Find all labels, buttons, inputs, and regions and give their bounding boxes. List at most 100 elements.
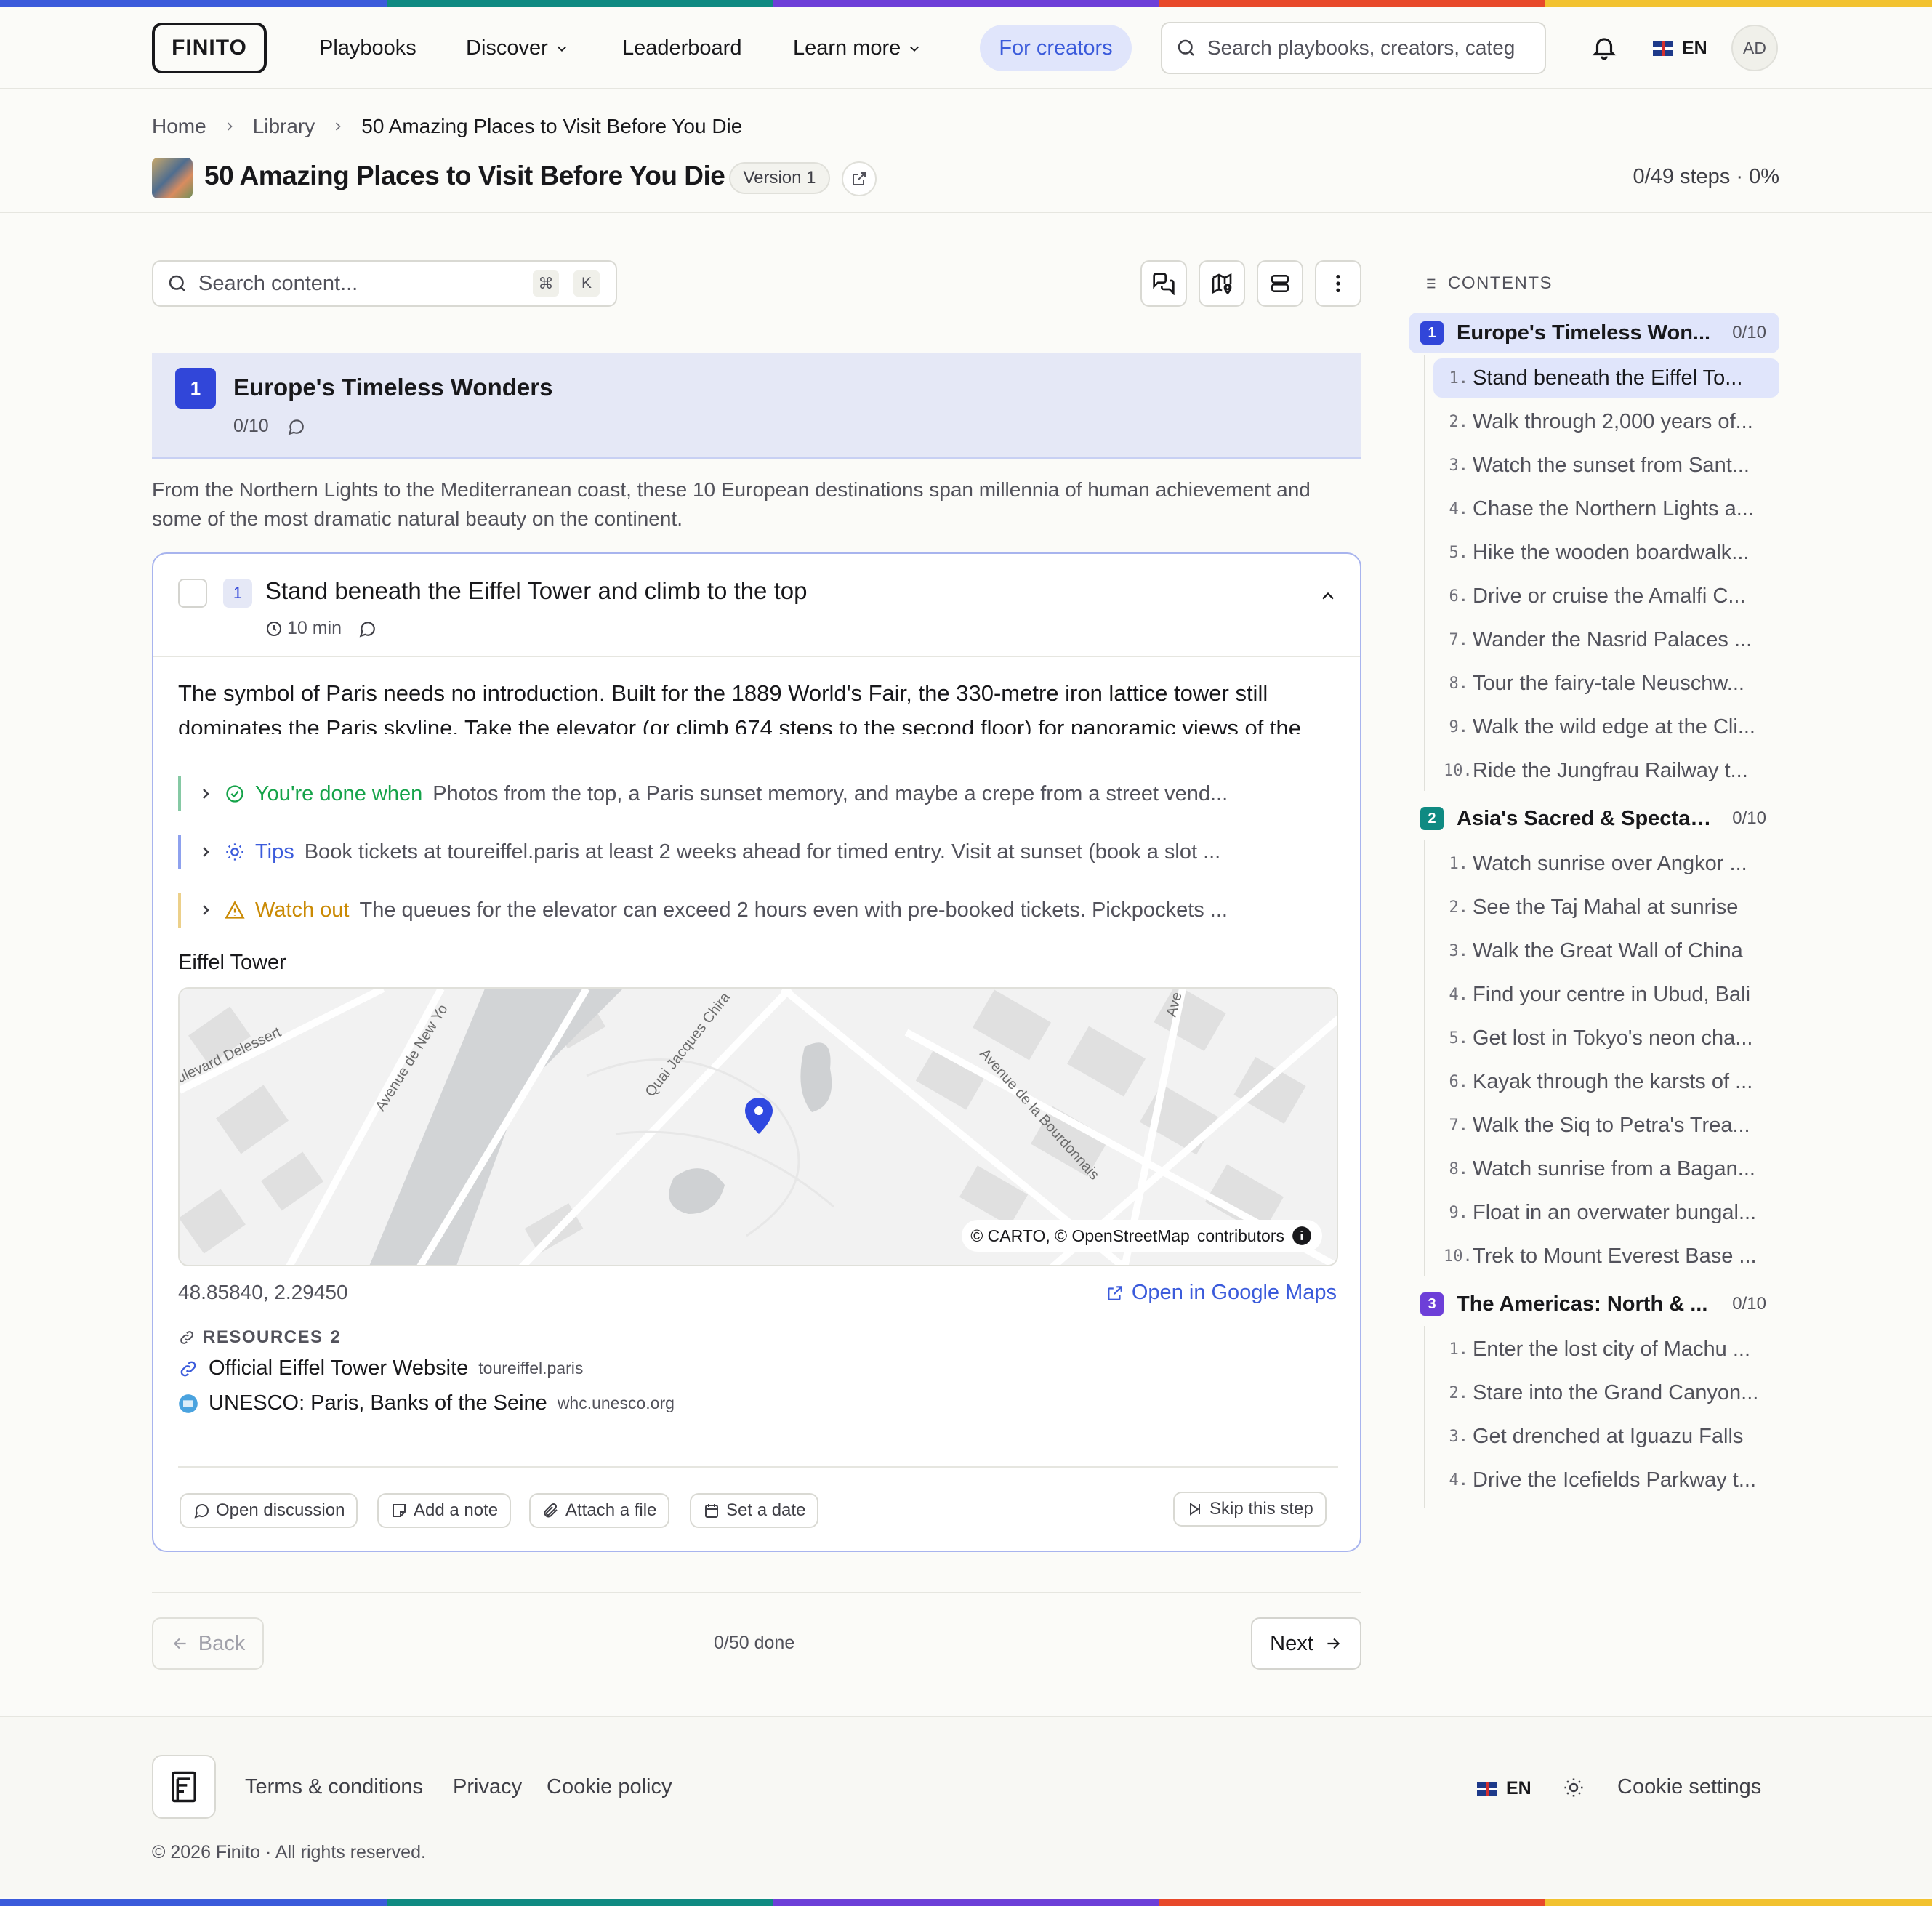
divider [153,656,1360,657]
toc-step-index: 3. [1449,1427,1469,1446]
toc-step-item[interactable]: 4. Find your centre in Ubud, Bali [1433,975,1779,1014]
toc-step-index: 7. [1449,630,1469,649]
link-icon [180,1361,196,1376]
skip-step-button[interactable]: Skip this step [1173,1492,1327,1527]
toc-step-item[interactable]: 1. Enter the lost city of Machu ... [1433,1330,1779,1369]
open-google-maps-link[interactable]: Open in Google Maps [1106,1281,1337,1305]
step-body-text: The symbol of Paris needs no introductio… [178,680,1302,734]
toc-section[interactable]: 3 The Americas: North & ... 0/10 [1409,1284,1779,1324]
notifications-bell-icon[interactable] [1590,33,1618,61]
breadcrumb-library[interactable]: Library [253,115,315,138]
map-coordinates: 48.85840, 2.29450 [178,1281,348,1303]
toc-step-index: 9. [1449,1203,1469,1222]
theme-toggle-sun-icon[interactable] [1563,1777,1585,1802]
toc-step-label: Trek to Mount Everest Base ... [1473,1244,1757,1268]
finito-logo-icon[interactable] [152,1755,216,1819]
callout-done-when[interactable]: You're done when Photos from the top, a … [178,776,1341,811]
toc-step-item[interactable]: 9. Float in an overwater bungal... [1433,1193,1779,1232]
version-badge[interactable]: Version 1 [729,162,830,194]
back-button[interactable]: Back [152,1617,264,1670]
breadcrumb-home[interactable]: Home [152,115,206,138]
toc-section[interactable]: 2 Asia's Sacred & Spectac... 0/10 [1409,798,1779,839]
toc-step-item[interactable]: 10. Trek to Mount Everest Base ... [1433,1237,1779,1276]
step-title[interactable]: Stand beneath the Eiffel Tower and climb… [265,577,807,605]
map-pin-icon [1212,273,1232,295]
toc-step-index: 2. [1449,1383,1469,1402]
add-note-button[interactable]: Add a note [377,1493,512,1528]
rainbow-bar-bottom [0,1899,1932,1906]
global-search-input[interactable] [1207,36,1542,60]
nav-leaderboard[interactable]: Leaderboard [622,36,741,60]
resources-heading: RESOURCES 2 [178,1327,341,1348]
next-button[interactable]: Next [1251,1617,1361,1670]
footer-language-switcher[interactable]: EN [1477,1778,1531,1799]
nav-learn-more[interactable]: Learn more [793,36,922,60]
toc-step-item[interactable]: 7. Walk the Siq to Petra's Trea... [1433,1106,1779,1145]
contents-heading: CONTENTS [1422,273,1553,294]
privacy-link[interactable]: Privacy [453,1775,522,1799]
toc-step-item[interactable]: 6. Drive or cruise the Amalfi C... [1433,576,1779,616]
resource-link[interactable]: UNESCO: Paris, Banks of the Seine whc.un… [178,1391,675,1415]
toc-step-label: Watch sunrise over Angkor ... [1473,851,1747,875]
toc-step-item[interactable]: 10. Ride the Jungfrau Railway t... [1433,751,1779,790]
content-search-input[interactable] [198,271,518,296]
playbook-titlebar: 50 Amazing Places to Visit Before You Di… [0,149,1932,213]
cookie-policy-link[interactable]: Cookie policy [547,1775,672,1799]
toc-step-item[interactable]: 1. Watch sunrise over Angkor ... [1433,844,1779,883]
toc-step-index: 8. [1449,674,1469,693]
step-checkbox[interactable] [178,579,207,608]
toc-step-item[interactable]: 4. Drive the Icefields Parkway t... [1433,1460,1779,1500]
toc-section[interactable]: 1 Europe's Timeless Won... 0/10 [1409,313,1779,353]
attach-file-button[interactable]: Attach a file [529,1493,670,1528]
info-icon[interactable] [1292,1226,1312,1246]
map-view-button[interactable] [1199,260,1245,307]
callout-tips[interactable]: Tips Book tickets at toureiffel.paris at… [178,835,1341,869]
set-date-button[interactable]: Set a date [690,1493,819,1528]
section-header[interactable]: 1 Europe's Timeless Wonders 0/10 [152,353,1361,459]
comment-icon[interactable] [358,619,377,638]
toc-step-label: Drive the Icefields Parkway t... [1473,1468,1757,1492]
toc-step-label: Find your centre in Ubud, Bali [1473,982,1751,1006]
toc-step-item[interactable]: 2. Walk through 2,000 years of... [1433,402,1779,441]
warning-icon [225,901,245,919]
discussion-view-button[interactable] [1140,260,1187,307]
callout-watch-out[interactable]: Watch out The queues for the elevator ca… [178,893,1341,928]
user-avatar[interactable]: AD [1731,25,1778,71]
resource-link[interactable]: Official Eiffel Tower Website toureiffel… [178,1356,583,1380]
language-switcher[interactable]: EN [1653,38,1707,59]
open-external-button[interactable] [842,161,877,196]
toc-step-item[interactable]: 3. Watch the sunset from Sant... [1433,446,1779,485]
toc-step-item[interactable]: 2. See the Taj Mahal at sunrise [1433,888,1779,927]
content-search[interactable]: ⌘ K [152,260,617,307]
layout-toggle-button[interactable] [1257,260,1303,307]
toc-step-item[interactable]: 5. Get lost in Tokyo's neon cha... [1433,1018,1779,1058]
global-search[interactable] [1161,22,1546,74]
cookie-settings-button[interactable]: Cookie settings [1617,1775,1761,1799]
location-map[interactable]: Avenue de New Yo Quai Jacques Chira Aven… [178,987,1338,1266]
search-icon [169,275,185,291]
toc-step-item[interactable]: 6. Kayak through the karsts of ... [1433,1062,1779,1101]
comment-icon[interactable] [286,417,305,436]
toc-step-label: Walk the Great Wall of China [1473,938,1743,962]
open-discussion-button[interactable]: Open discussion [180,1493,358,1528]
toc-step-item[interactable]: 5. Hike the wooden boardwalk... [1433,533,1779,572]
nav-playbooks[interactable]: Playbooks [319,36,416,60]
toc-guide-line [1424,1326,1425,1508]
toc-step-item[interactable]: 1. Stand beneath the Eiffel To... [1433,358,1779,398]
more-menu-button[interactable] [1315,260,1361,307]
toc-step-item[interactable]: 4. Chase the Northern Lights a... [1433,489,1779,528]
toc-step-item[interactable]: 2. Stare into the Grand Canyon... [1433,1373,1779,1412]
toc-step-index: 10. [1444,1247,1473,1266]
collapse-chevron-up-icon[interactable] [1318,586,1338,610]
terms-link[interactable]: Terms & conditions [245,1775,423,1799]
toc-step-item[interactable]: 3. Get drenched at Iguazu Falls [1433,1417,1779,1456]
for-creators-button[interactable]: For creators [980,25,1132,71]
toc-step-item[interactable]: 8. Watch sunrise from a Bagan... [1433,1149,1779,1189]
toc-step-item[interactable]: 3. Walk the Great Wall of China [1433,931,1779,970]
toc-step-item[interactable]: 9. Walk the wild edge at the Cli... [1433,707,1779,747]
toc-step-item[interactable]: 7. Wander the Nasrid Palaces ... [1433,620,1779,659]
toc-section-title: Europe's Timeless Won... [1457,321,1711,345]
nav-discover[interactable]: Discover [466,36,570,60]
toc-step-item[interactable]: 8. Tour the fairy-tale Neuschw... [1433,664,1779,703]
finito-logo[interactable]: FINITO [152,23,267,73]
